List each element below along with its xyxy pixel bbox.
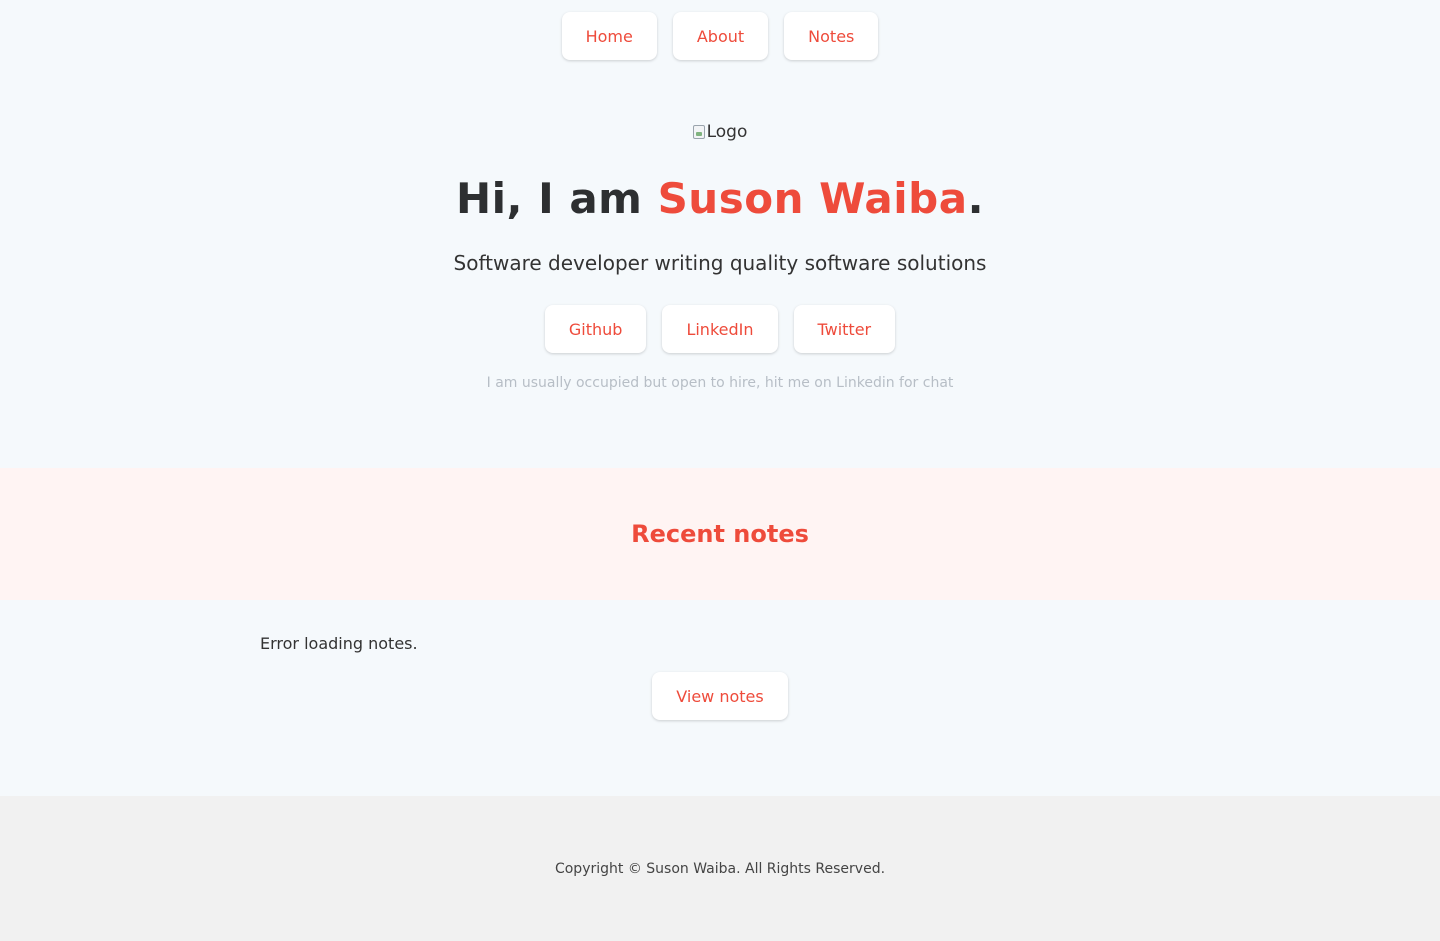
tagline: Software developer writing quality softw… xyxy=(453,251,987,275)
social-links: Github LinkedIn Twitter xyxy=(544,305,896,353)
footer: Copyright © Suson Waiba. All Rights Rese… xyxy=(0,796,1440,941)
recent-notes-title: Recent notes xyxy=(631,520,809,548)
view-notes-button[interactable]: View notes xyxy=(652,672,788,720)
view-notes-wrapper: View notes xyxy=(0,672,1440,720)
page-title: Hi, I am Suson Waiba. xyxy=(456,174,984,223)
author-name: Suson Waiba xyxy=(657,174,968,223)
notes-list: Error loading notes. View notes xyxy=(0,600,1440,796)
notes-error-message: Error loading notes. xyxy=(260,634,418,653)
greeting-text: Hi, I am xyxy=(455,174,658,223)
hero-section: Logo Hi, I am Suson Waiba. Software deve… xyxy=(0,118,1440,391)
availability-hint: I am usually occupied but open to hire, … xyxy=(486,375,954,391)
logo-alt-text: Logo xyxy=(706,122,748,142)
logo: Logo xyxy=(692,118,748,146)
title-punctuation: . xyxy=(967,174,985,223)
broken-image-icon xyxy=(692,125,705,139)
twitter-link[interactable]: Twitter xyxy=(793,305,896,353)
nav-home-link[interactable]: Home xyxy=(561,12,657,60)
top-nav: Home About Notes xyxy=(0,12,1440,60)
github-link[interactable]: Github xyxy=(544,305,647,353)
linkedin-link[interactable]: LinkedIn xyxy=(662,305,778,353)
recent-notes-header: Recent notes xyxy=(0,468,1440,600)
copyright-text: Copyright © Suson Waiba. All Rights Rese… xyxy=(554,860,886,877)
nav-about-link[interactable]: About xyxy=(672,12,769,60)
nav-notes-link[interactable]: Notes xyxy=(784,12,879,60)
